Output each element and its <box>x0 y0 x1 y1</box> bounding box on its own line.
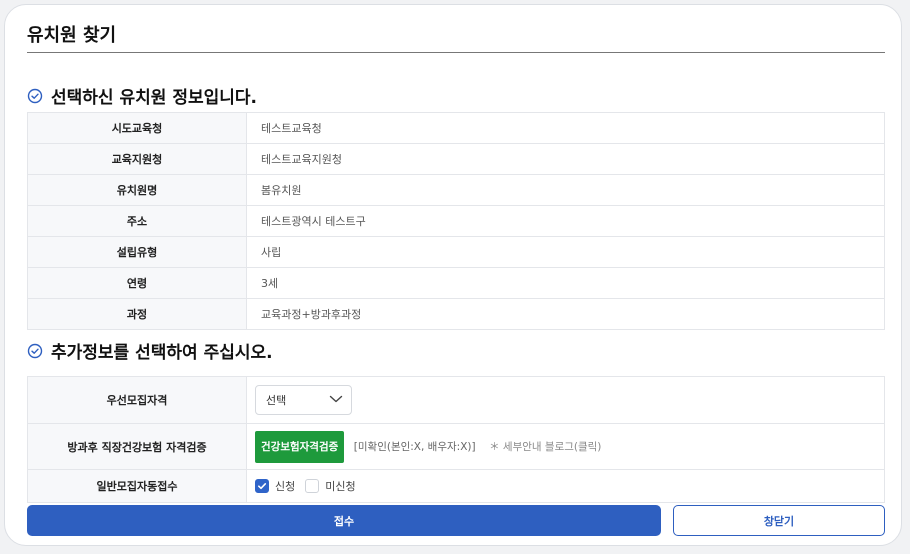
info-label-course: 과정 <box>27 298 247 330</box>
info-value-office: 테스트교육청 <box>246 112 885 144</box>
title-divider <box>27 52 885 53</box>
auto-apply-options: 신청 미신청 <box>255 478 883 494</box>
insurance-label: 방과후 직장건강보험 자격검증 <box>27 423 247 470</box>
priority-select-value: 선택 <box>266 394 287 407</box>
table-row: 설립유형 사립 <box>27 236 885 268</box>
info-value-course: 교육과정+방과후과정 <box>246 298 885 330</box>
table-row: 교육지원청 테스트교육지원청 <box>27 143 885 175</box>
modal-title: 유치원 찾기 <box>27 25 117 46</box>
info-label-support-office: 교육지원청 <box>27 143 247 175</box>
table-row: 시도교육청 테스트교육청 <box>27 112 885 144</box>
section-info-heading: 선택하신 유치원 정보입니다. <box>27 83 257 108</box>
auto-apply-label: 일반모집자동접수 <box>27 469 247 503</box>
find-kindergarten-modal: 유치원 찾기 선택하신 유치원 정보입니다. 시도교육청 테스트교육청 교육지원… <box>4 4 902 546</box>
priority-select[interactable]: 선택 <box>255 385 352 415</box>
table-row: 우선모집자격 선택 <box>27 376 885 424</box>
not-apply-option-label: 미신청 <box>325 480 356 493</box>
info-value-age: 3세 <box>246 267 885 299</box>
insurance-status: [미확인(본인:X, 배우자:X)] <box>353 441 476 453</box>
apply-option-label: 신청 <box>275 480 296 493</box>
table-row: 연령 3세 <box>27 267 885 299</box>
table-row: 일반모집자동접수 신청 미신청 <box>27 469 885 503</box>
close-button[interactable]: 창닫기 <box>673 505 885 536</box>
kindergarten-info-table: 시도교육청 테스트교육청 교육지원청 테스트교육지원청 유치원명 봄유치원 주소… <box>27 112 885 330</box>
info-label-type: 설립유형 <box>27 236 247 268</box>
table-row: 방과후 직장건강보험 자격검증 건강보험자격검증 [미확인(본인:X, 배우자:… <box>27 423 885 470</box>
info-value-name: 봄유치원 <box>246 174 885 206</box>
table-row: 주소 테스트광역시 테스트구 <box>27 205 885 237</box>
section-additional-title: 추가정보를 선택하여 주십시오. <box>51 343 273 363</box>
insurance-verify-button[interactable]: 건강보험자격검증 <box>255 430 345 463</box>
apply-checkbox[interactable] <box>255 479 269 493</box>
info-value-support-office: 테스트교육지원청 <box>246 143 885 175</box>
info-value-type: 사립 <box>246 236 885 268</box>
info-label-office: 시도교육청 <box>27 112 247 144</box>
not-apply-checkbox[interactable] <box>305 479 320 493</box>
chevron-down-icon <box>329 394 343 407</box>
blog-guide-link[interactable]: ＊ 세부안내 블로그(클릭) <box>489 441 601 453</box>
info-label-name: 유치원명 <box>27 174 247 206</box>
table-row: 과정 교육과정+방과후과정 <box>27 298 885 330</box>
section-info-title: 선택하신 유치원 정보입니다. <box>51 88 257 108</box>
info-value-address: 테스트광역시 테스트구 <box>246 205 885 237</box>
check-circle-icon <box>27 343 43 359</box>
priority-label: 우선모집자격 <box>27 376 247 424</box>
submit-button[interactable]: 접수 <box>27 505 661 536</box>
table-row: 유치원명 봄유치원 <box>27 174 885 206</box>
info-label-address: 주소 <box>27 205 247 237</box>
info-label-age: 연령 <box>27 267 247 299</box>
check-circle-icon <box>27 88 43 104</box>
additional-info-table: 우선모집자격 선택 방과후 직장건강보험 자격검증 건강보험자격검증 [미확인(… <box>27 376 885 503</box>
section-additional-heading: 추가정보를 선택하여 주십시오. <box>27 338 273 363</box>
